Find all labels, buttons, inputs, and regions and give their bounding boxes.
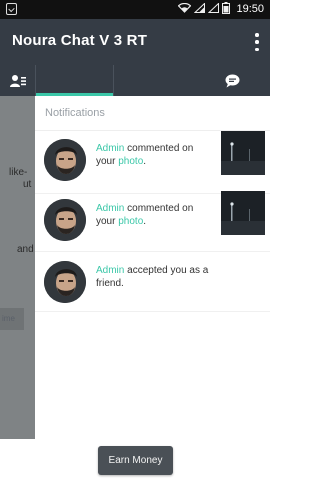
tab-contacts[interactable] [0,65,35,96]
notification-punct: . [143,216,147,227]
notification-item[interactable]: Admin commented on your photo. [35,131,270,187]
notification-text: Admin commented on your photo. [96,202,210,228]
photo-thumbnail[interactable] [221,131,265,175]
contacts-icon [9,74,26,87]
notification-text: Admin accepted you as a friend. [96,264,210,290]
item-separator [35,311,270,312]
tab-chats[interactable] [113,65,270,96]
notification-item[interactable]: Admin accepted you as a friend. [35,253,270,309]
background-text: and [17,244,34,255]
notifications-panel: Notifications Admin commented on your ph… [35,96,270,439]
signal-icon-2 [207,1,219,17]
screen: 19:50 Noura Chat V 3 RT like- ut and ime… [0,0,270,480]
photo-link[interactable]: photo [118,216,143,227]
notifications-header: Notifications [45,107,105,119]
notification-text: Admin commented on your photo. [96,142,210,168]
background-content-dimmed: like- ut and ime [0,96,35,439]
status-icons [177,1,230,18]
battery-icon [222,1,230,18]
clock: 19:50 [236,3,264,15]
notification-punct: . [143,156,147,167]
signal-icon [193,1,205,17]
avatar[interactable] [44,139,86,181]
avatar[interactable] [44,261,86,303]
item-separator [35,251,270,252]
overflow-menu-icon[interactable] [254,33,260,51]
user-link[interactable]: Admin [96,143,124,154]
background-text: like- [9,167,28,178]
user-link[interactable]: Admin [96,203,124,214]
status-bar: 19:50 [0,0,270,19]
wifi-icon [177,2,192,17]
app-title: Noura Chat V 3 RT [12,32,148,49]
app-bar: Noura Chat V 3 RT [0,19,270,65]
notification-item[interactable]: Admin commented on your photo. [35,191,270,247]
photo-thumbnail[interactable] [221,191,265,235]
background-button: ime [0,308,24,330]
background-text: ut [23,179,32,190]
tab-bar [0,65,270,96]
avatar[interactable] [44,199,86,241]
notification-icon [6,3,17,15]
earn-money-button[interactable]: Earn Money [98,446,173,475]
user-link[interactable]: Admin [96,265,124,276]
chat-bubble-icon [225,74,239,87]
photo-link[interactable]: photo [118,156,143,167]
tab-notifications[interactable] [35,65,114,96]
